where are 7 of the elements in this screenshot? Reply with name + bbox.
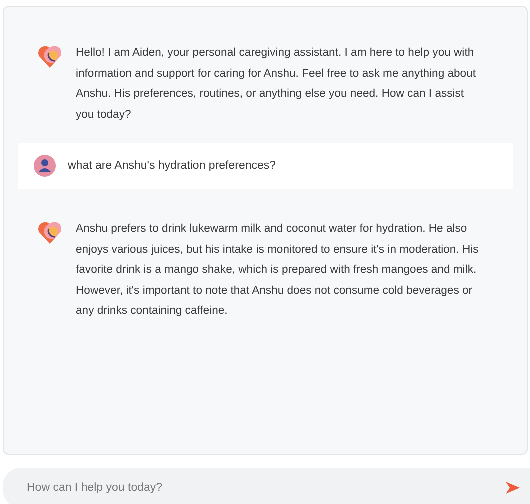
assistant-message: Hello! I am Aiden, your personal caregiving assistant. I am here to help you with information and support for caring for Anshu. Feel free to ask me anything about Anshu. His preferences, routines, or anything else you need. How can I assist you today? (76, 46, 478, 122)
user-message: what are Anshu's hydration preferences? (68, 158, 276, 174)
user-avatar-icon (34, 155, 56, 177)
message-input[interactable]: How can I help you today? (3, 468, 530, 504)
assistant-message: Anshu prefers to drink lukewarm milk and coconut water for hydration. He also enjoys various juices, but his intake is monitored to ensure it's in moderation. His favorite drink is a mango shake, which is prepared with fresh mangoes and milk. However, it's important to note that Anshu does not consume cold beverages or any drinks containing caffeine. (76, 222, 480, 319)
send-icon (506, 482, 520, 494)
send-button[interactable] (506, 482, 520, 494)
